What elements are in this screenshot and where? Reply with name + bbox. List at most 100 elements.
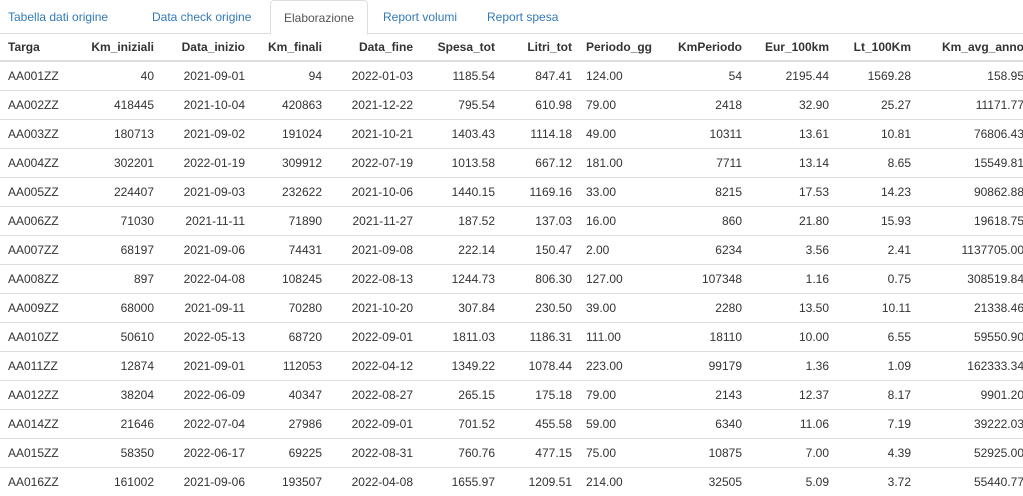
table-row[interactable]: AA012ZZ382042022-06-09403472022-08-27265…	[0, 381, 1023, 410]
cell-eur-100km: 32.90	[748, 91, 835, 120]
table-row[interactable]: AA007ZZ681972021-09-06744312021-09-08222…	[0, 236, 1023, 265]
table-row[interactable]: AA016ZZ1610022021-09-061935072022-04-081…	[0, 468, 1023, 496]
cell-data-inizio: 2022-04-08	[160, 265, 251, 294]
table-row[interactable]: AA004ZZ3022012022-01-193099122022-07-191…	[0, 149, 1023, 178]
table-row[interactable]: AA010ZZ506102022-05-13687202022-09-01181…	[0, 323, 1023, 352]
table-row[interactable]: AA002ZZ4184452021-10-044208632021-12-227…	[0, 91, 1023, 120]
cell-km-avg-anno: 158.95	[917, 61, 1023, 91]
cell-targa: AA015ZZ	[0, 439, 70, 468]
table-row[interactable]: AA005ZZ2244072021-09-032326222021-10-061…	[0, 178, 1023, 207]
cell-km-iniziali: 68197	[70, 236, 160, 265]
cell-eur-100km: 5.09	[748, 468, 835, 496]
cell-km-iniziali: 418445	[70, 91, 160, 120]
column-header-km-periodo[interactable]: KmPeriodo	[666, 34, 748, 61]
cell-km-iniziali: 180713	[70, 120, 160, 149]
cell-km-periodo: 8215	[666, 178, 748, 207]
cell-targa: AA014ZZ	[0, 410, 70, 439]
cell-km-finali: 108245	[251, 265, 328, 294]
cell-litri-tot: 1114.18	[501, 120, 578, 149]
cell-lt-100km: 1.09	[835, 352, 917, 381]
table-row[interactable]: AA008ZZ8972022-04-081082452022-08-131244…	[0, 265, 1023, 294]
cell-eur-100km: 13.61	[748, 120, 835, 149]
cell-periodo-gg: 2.00	[578, 236, 666, 265]
cell-km-periodo: 10311	[666, 120, 748, 149]
cell-km-periodo: 2143	[666, 381, 748, 410]
cell-km-periodo: 32505	[666, 468, 748, 496]
cell-km-avg-anno: 52925.00	[917, 439, 1023, 468]
table-row[interactable]: AA014ZZ216462022-07-04279862022-09-01701…	[0, 410, 1023, 439]
cell-lt-100km: 14.23	[835, 178, 917, 207]
cell-periodo-gg: 111.00	[578, 323, 666, 352]
cell-spesa-tot: 1655.97	[419, 468, 501, 496]
cell-km-periodo: 7711	[666, 149, 748, 178]
cell-targa: AA001ZZ	[0, 61, 70, 91]
cell-data-fine: 2022-09-01	[328, 323, 419, 352]
cell-litri-tot: 847.41	[501, 61, 578, 91]
table-row[interactable]: AA009ZZ680002021-09-11702802021-10-20307…	[0, 294, 1023, 323]
cell-data-inizio: 2022-01-19	[160, 149, 251, 178]
cell-litri-tot: 477.15	[501, 439, 578, 468]
cell-data-fine: 2021-10-21	[328, 120, 419, 149]
column-header-lt-100km[interactable]: Lt_100Km	[835, 34, 917, 61]
cell-spesa-tot: 187.52	[419, 207, 501, 236]
table-row[interactable]: AA003ZZ1807132021-09-021910242021-10-211…	[0, 120, 1023, 149]
table-row[interactable]: AA011ZZ128742021-09-011120532022-04-1213…	[0, 352, 1023, 381]
tab-report-spesa[interactable]: Report spesa	[487, 0, 577, 34]
cell-litri-tot: 150.47	[501, 236, 578, 265]
column-header-periodo-gg[interactable]: Periodo_gg	[578, 34, 666, 61]
column-header-km-finali[interactable]: Km_finali	[251, 34, 328, 61]
column-header-spesa-tot[interactable]: Spesa_tot	[419, 34, 501, 61]
cell-targa: AA002ZZ	[0, 91, 70, 120]
cell-data-inizio: 2022-06-17	[160, 439, 251, 468]
cell-spesa-tot: 1013.58	[419, 149, 501, 178]
table-row[interactable]: AA001ZZ402021-09-01942022-01-031185.5484…	[0, 61, 1023, 91]
cell-eur-100km: 1.16	[748, 265, 835, 294]
column-header-data-inizio[interactable]: Data_inizio	[160, 34, 251, 61]
cell-data-fine: 2022-08-31	[328, 439, 419, 468]
table-row[interactable]: AA015ZZ583502022-06-17692252022-08-31760…	[0, 439, 1023, 468]
cell-km-iniziali: 68000	[70, 294, 160, 323]
tab-report-volumi[interactable]: Report volumi	[383, 0, 473, 34]
cell-km-periodo: 860	[666, 207, 748, 236]
cell-data-inizio: 2021-09-06	[160, 236, 251, 265]
cell-data-inizio: 2021-09-01	[160, 352, 251, 381]
cell-km-finali: 74431	[251, 236, 328, 265]
cell-lt-100km: 10.11	[835, 294, 917, 323]
column-header-km-iniziali[interactable]: Km_iniziali	[70, 34, 160, 61]
cell-lt-100km: 4.39	[835, 439, 917, 468]
cell-data-fine: 2021-11-27	[328, 207, 419, 236]
table-row[interactable]: AA006ZZ710302021-11-11718902021-11-27187…	[0, 207, 1023, 236]
column-header-km-avg-anno[interactable]: Km_avg_anno	[917, 34, 1023, 61]
cell-data-fine: 2022-04-12	[328, 352, 419, 381]
cell-km-iniziali: 302201	[70, 149, 160, 178]
elaborazione-table: Targa Km_iniziali Data_inizio Km_finali …	[0, 34, 1023, 496]
tab-tabella-dati-origine[interactable]: Tabella dati origine	[8, 0, 146, 34]
cell-eur-100km: 21.80	[748, 207, 835, 236]
cell-km-avg-anno: 76806.43	[917, 120, 1023, 149]
cell-km-avg-anno: 11171.77	[917, 91, 1023, 120]
cell-spesa-tot: 1403.43	[419, 120, 501, 149]
column-header-targa[interactable]: Targa	[0, 34, 70, 61]
cell-litri-tot: 230.50	[501, 294, 578, 323]
column-header-litri-tot[interactable]: Litri_tot	[501, 34, 578, 61]
cell-periodo-gg: 75.00	[578, 439, 666, 468]
cell-lt-100km: 25.27	[835, 91, 917, 120]
tab-elaborazione[interactable]: Elaborazione	[270, 0, 368, 35]
cell-km-iniziali: 50610	[70, 323, 160, 352]
cell-data-fine: 2022-08-13	[328, 265, 419, 294]
column-header-eur-100km[interactable]: Eur_100km	[748, 34, 835, 61]
cell-km-finali: 191024	[251, 120, 328, 149]
tab-data-check-origine[interactable]: Data check origine	[152, 0, 270, 34]
cell-spesa-tot: 1811.03	[419, 323, 501, 352]
cell-lt-100km: 1569.28	[835, 61, 917, 91]
cell-data-inizio: 2021-09-01	[160, 61, 251, 91]
cell-km-avg-anno: 21338.46	[917, 294, 1023, 323]
cell-data-inizio: 2021-09-02	[160, 120, 251, 149]
cell-spesa-tot: 1185.54	[419, 61, 501, 91]
cell-litri-tot: 1169.16	[501, 178, 578, 207]
column-header-data-fine[interactable]: Data_fine	[328, 34, 419, 61]
cell-data-fine: 2022-09-01	[328, 410, 419, 439]
cell-spesa-tot: 701.52	[419, 410, 501, 439]
cell-eur-100km: 13.14	[748, 149, 835, 178]
cell-data-inizio: 2021-09-03	[160, 178, 251, 207]
